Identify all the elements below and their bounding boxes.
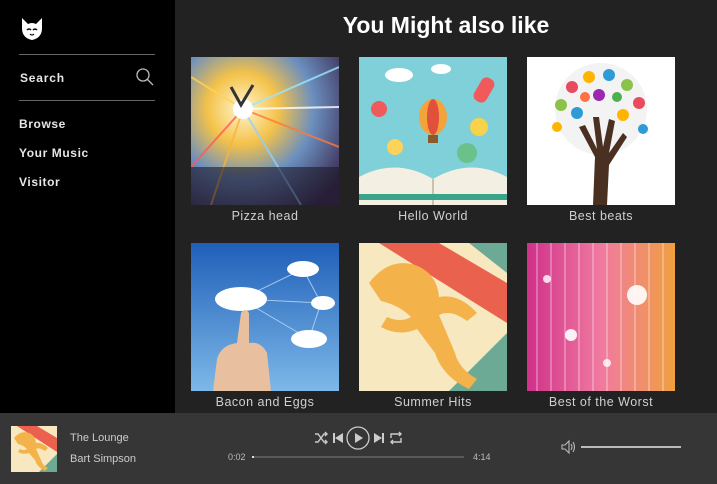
album-card-pizza-head[interactable]: Pizza head: [191, 57, 339, 223]
sidebar-item-browse[interactable]: Browse: [19, 117, 66, 131]
now-playing-title: The Lounge: [70, 432, 129, 444]
album-caption: Hello World: [398, 209, 468, 223]
progress-bar-fill: [252, 456, 255, 458]
album-art-bacon-and-eggs: [191, 243, 339, 391]
sidebar-divider-top: [19, 54, 155, 55]
album-card-best-of-the-worst[interactable]: Best of the Worst: [527, 243, 675, 409]
album-caption: Best of the Worst: [548, 395, 654, 409]
sidebar-divider-bottom: [19, 100, 155, 101]
duration-time: 4:14: [473, 452, 491, 462]
album-card-bacon-and-eggs[interactable]: Bacon and Eggs: [191, 243, 339, 409]
page-title: You Might also like: [342, 12, 550, 38]
album-art-hello-world: [359, 57, 507, 205]
album-caption: Summer Hits: [394, 395, 472, 409]
sidebar: Search Browse Your Music Visitor: [0, 0, 175, 413]
sidebar-item-visitor[interactable]: Visitor: [19, 175, 60, 189]
fox-logo-icon[interactable]: [19, 16, 45, 42]
album-card-summer-hits[interactable]: Summer Hits: [359, 243, 507, 409]
volume-slider-fill: [581, 446, 681, 448]
search-label[interactable]: Search: [20, 71, 65, 85]
progress-bar[interactable]: [252, 456, 464, 458]
album-art-best-beats: [527, 57, 675, 205]
player-bar: The Lounge Bart Simpson 0:02 4:14: [0, 413, 717, 484]
repeat-icon[interactable]: [389, 431, 403, 445]
elapsed-time: 0:02: [228, 452, 246, 462]
album-art-summer-hits: [359, 243, 507, 391]
play-icon[interactable]: [346, 426, 370, 450]
main-content: You Might also like Pizza head Hello Wor…: [175, 0, 717, 413]
album-art-best-of-the-worst: [527, 243, 675, 391]
volume-icon[interactable]: [561, 439, 577, 455]
now-playing-thumbnail[interactable]: [11, 426, 57, 472]
album-caption: Best beats: [568, 209, 634, 223]
volume-slider[interactable]: [581, 446, 681, 448]
album-card-hello-world[interactable]: Hello World: [359, 57, 507, 223]
now-playing-artist: Bart Simpson: [70, 453, 137, 465]
album-card-best-beats[interactable]: Best beats: [527, 57, 675, 223]
shuffle-icon[interactable]: [314, 431, 328, 445]
album-caption: Pizza head: [231, 209, 299, 223]
search-icon[interactable]: [135, 67, 155, 87]
album-caption: Bacon and Eggs: [215, 395, 315, 409]
previous-track-icon[interactable]: [332, 432, 344, 444]
album-art-pizza-head: [191, 57, 339, 205]
sidebar-item-your-music[interactable]: Your Music: [19, 146, 89, 160]
next-track-icon[interactable]: [373, 432, 385, 444]
